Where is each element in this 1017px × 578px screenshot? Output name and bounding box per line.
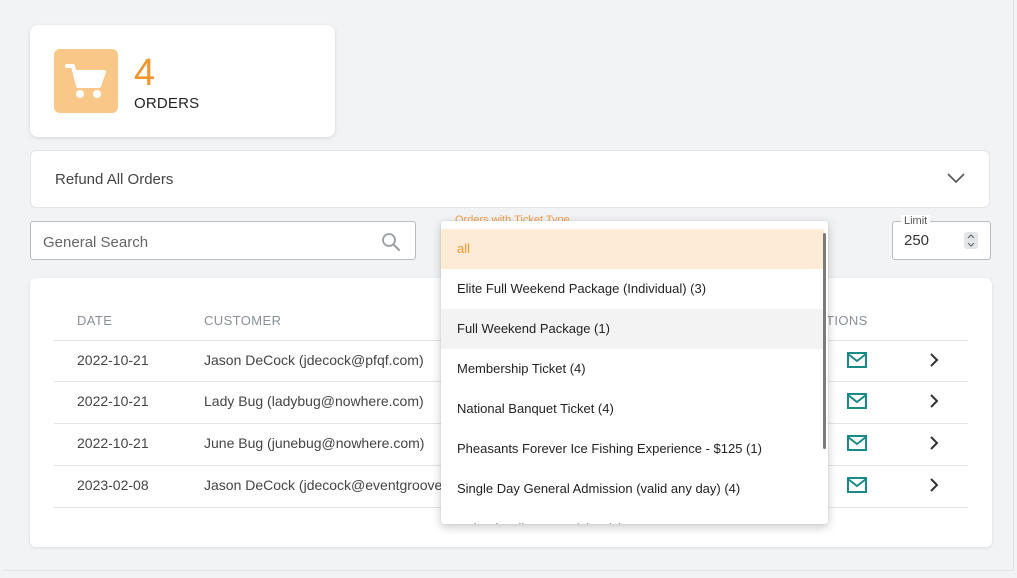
general-search-box[interactable] bbox=[30, 221, 416, 260]
limit-label: Limit bbox=[901, 215, 931, 227]
order-customer: Lady Bug (ladybug@nowhere.com) bbox=[204, 393, 424, 409]
search-icon[interactable] bbox=[381, 232, 401, 257]
order-customer: Jason DeCock (jdecock@pfqf.com) bbox=[204, 352, 424, 368]
chevron-down-icon[interactable] bbox=[947, 171, 965, 189]
order-date: 2022-10-21 bbox=[77, 352, 149, 368]
chevron-right-icon[interactable] bbox=[929, 353, 939, 372]
mail-icon[interactable] bbox=[847, 435, 867, 456]
search-input[interactable] bbox=[41, 230, 365, 254]
mail-icon[interactable] bbox=[847, 352, 867, 373]
column-header-date[interactable]: DATE bbox=[77, 313, 112, 328]
column-header-actions: TIONS bbox=[826, 313, 868, 328]
dropdown-option[interactable]: Full Weekend Package (1) bbox=[441, 309, 824, 349]
order-customer: June Bug (junebug@nowhere.com) bbox=[204, 435, 425, 451]
orders-stat-card: 4 ORDERS bbox=[30, 25, 335, 137]
order-date: 2023-02-08 bbox=[77, 477, 149, 493]
limit-field[interactable]: Limit 250 bbox=[892, 215, 991, 260]
chevron-right-icon[interactable] bbox=[929, 436, 939, 455]
dropdown-option[interactable]: Single Day General Admission (valid any … bbox=[441, 469, 824, 509]
orders-count: 4 bbox=[134, 52, 156, 94]
refund-all-orders-label: Refund All Orders bbox=[55, 171, 174, 188]
mail-icon[interactable] bbox=[847, 477, 867, 498]
mail-icon[interactable] bbox=[847, 393, 867, 414]
column-header-customer[interactable]: CUSTOMER bbox=[204, 313, 281, 328]
dropdown-option[interactable]: National Banquet Ticket (4) bbox=[441, 389, 824, 429]
dropdown-option[interactable]: Membership Ticket (4) bbox=[441, 349, 824, 389]
chevron-right-icon[interactable] bbox=[929, 394, 939, 413]
order-date: 2022-10-21 bbox=[77, 393, 149, 409]
cart-icon bbox=[54, 49, 118, 113]
limit-value[interactable]: 250 bbox=[904, 232, 929, 249]
page: 4 ORDERS Refund All Orders Orders with T… bbox=[3, 0, 1014, 571]
order-customer: Jason DeCock (jdecock@eventgroove. bbox=[204, 477, 447, 493]
ticket-type-dropdown-menu[interactable]: all Elite Full Weekend Package (Individu… bbox=[441, 221, 828, 524]
dropdown-option[interactable]: Pheasants Forever Ice Fishing Experience… bbox=[441, 429, 824, 469]
dropdown-option[interactable]: Upland Rally Team Ticket (1) bbox=[441, 509, 824, 524]
order-date: 2022-10-21 bbox=[77, 435, 149, 451]
dropdown-option-all[interactable]: all bbox=[441, 229, 824, 269]
orders-label: ORDERS bbox=[134, 95, 200, 112]
dropdown-option[interactable]: Elite Full Weekend Package (Individual) … bbox=[441, 269, 824, 309]
chevron-right-icon[interactable] bbox=[929, 478, 939, 497]
stepper-icon[interactable] bbox=[964, 232, 978, 249]
refund-all-orders-panel[interactable]: Refund All Orders bbox=[30, 150, 990, 208]
dropdown-scrollbar[interactable] bbox=[823, 233, 826, 449]
